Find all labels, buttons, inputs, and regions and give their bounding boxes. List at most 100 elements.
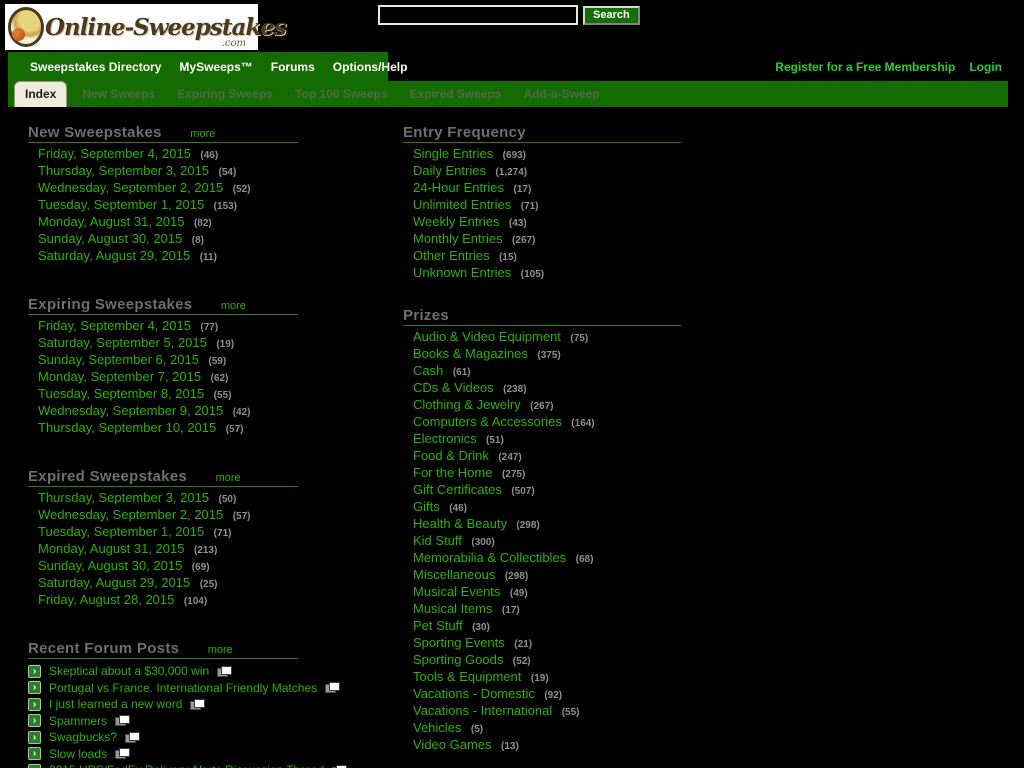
last-post-icon[interactable]: [217, 665, 233, 677]
category-link[interactable]: Computers & Accessories: [413, 414, 562, 429]
date-link[interactable]: Thursday, September 3, 2015: [38, 490, 209, 505]
list-item: Health & Beauty (298): [413, 515, 1023, 532]
last-post-icon[interactable]: [115, 748, 131, 760]
category-link[interactable]: Monthly Entries: [413, 231, 503, 246]
category-link[interactable]: Unknown Entries: [413, 265, 511, 280]
search-button[interactable]: Search: [583, 5, 640, 25]
date-link[interactable]: Tuesday, September 1, 2015: [38, 524, 204, 539]
more-link[interactable]: more: [190, 128, 215, 140]
category-link[interactable]: Health & Beauty: [413, 516, 507, 531]
category-link[interactable]: Sporting Goods: [413, 652, 503, 667]
search-input[interactable]: [378, 5, 578, 25]
forum-post-link[interactable]: Spammers: [49, 714, 107, 728]
date-link[interactable]: Sunday, August 30, 2015: [38, 558, 182, 573]
forum-post-row: Swagbucks?: [28, 729, 375, 746]
category-link[interactable]: Books & Magazines: [413, 346, 528, 361]
forum-post-link[interactable]: Swagbucks?: [49, 730, 117, 744]
date-link[interactable]: Friday, August 28, 2015: [38, 592, 174, 607]
category-link[interactable]: Pet Stuff: [413, 618, 463, 633]
category-link[interactable]: Vacations - International: [413, 703, 552, 718]
list-item: Wednesday, September 2, 2015 (52): [38, 179, 375, 196]
section-header: Expired Sweepstakes more: [28, 468, 298, 487]
login-link[interactable]: Login: [969, 60, 1002, 74]
item-count: (52): [512, 656, 531, 667]
tab-item[interactable]: Top 100 Sweeps: [291, 82, 391, 107]
category-link[interactable]: Musical Events: [413, 584, 500, 599]
forum-post-link[interactable]: Portugal vs France. International Friend…: [49, 681, 317, 695]
forum-post-link[interactable]: Skeptical about a $30,000 win: [49, 664, 209, 678]
forum-post-row: Skeptical about a $30,000 win: [28, 663, 375, 680]
tab-item[interactable]: Expiring Sweeps: [173, 82, 277, 107]
category-link[interactable]: Food & Drink: [413, 448, 489, 463]
forum-post-link[interactable]: I just learned a new word: [49, 697, 182, 711]
category-link[interactable]: For the Home: [413, 465, 492, 480]
date-link[interactable]: Tuesday, September 8, 2015: [38, 386, 204, 401]
category-link[interactable]: Miscellaneous: [413, 567, 495, 582]
category-link[interactable]: Video Games: [413, 737, 492, 752]
last-post-icon[interactable]: [115, 715, 131, 727]
category-link[interactable]: Audio & Video Equipment: [413, 329, 561, 344]
category-link[interactable]: Sporting Events: [413, 635, 505, 650]
category-link[interactable]: Weekly Entries: [413, 214, 499, 229]
tab-item[interactable]: New Sweeps: [78, 82, 159, 107]
last-post-icon[interactable]: [190, 698, 206, 710]
forum-post-link[interactable]: 2015 UPS/FedEx Delivery Alerts Discussio…: [49, 763, 324, 768]
left-column: New Sweepstakes more Friday, September 4…: [28, 124, 375, 768]
primary-nav: Sweepstakes Directory MySweeps™ Forums O…: [8, 52, 407, 81]
date-link[interactable]: Monday, August 31, 2015: [38, 541, 184, 556]
category-link[interactable]: Gift Certificates: [413, 482, 502, 497]
date-link[interactable]: Friday, September 4, 2015: [38, 146, 191, 161]
category-link[interactable]: Vehicles: [413, 720, 461, 735]
category-link[interactable]: Other Entries: [413, 248, 490, 263]
site-logo[interactable]: Online-Sweepstakes .com: [5, 4, 287, 50]
category-link[interactable]: Memorabilia & Collectibles: [413, 550, 566, 565]
tab-item[interactable]: Index: [14, 81, 68, 107]
category-link[interactable]: 24-Hour Entries: [413, 180, 504, 195]
date-link[interactable]: Thursday, September 3, 2015: [38, 163, 209, 178]
item-count: (51): [486, 435, 504, 446]
category-link[interactable]: Kid Stuff: [413, 533, 462, 548]
item-count: (54): [218, 167, 237, 178]
date-link[interactable]: Saturday, August 29, 2015: [38, 575, 190, 590]
date-link[interactable]: Tuesday, September 1, 2015: [38, 197, 204, 212]
primary-nav-item[interactable]: Forums: [271, 60, 315, 74]
list-item: For the Home (275): [413, 464, 1023, 481]
category-link[interactable]: Single Entries: [413, 146, 493, 161]
more-link[interactable]: more: [216, 472, 241, 484]
category-link[interactable]: Cash: [413, 363, 443, 378]
date-link[interactable]: Sunday, September 6, 2015: [38, 352, 199, 367]
tab-item[interactable]: Expired Sweeps: [406, 82, 506, 107]
date-link[interactable]: Sunday, August 30, 2015: [38, 231, 182, 246]
date-link[interactable]: Thursday, September 10, 2015: [38, 420, 216, 435]
date-link[interactable]: Monday, September 7, 2015: [38, 369, 201, 384]
category-link[interactable]: Daily Entries: [413, 163, 486, 178]
date-link[interactable]: Wednesday, September 9, 2015: [38, 403, 223, 418]
date-link[interactable]: Monday, August 31, 2015: [38, 214, 184, 229]
category-link[interactable]: Tools & Equipment: [413, 669, 521, 684]
forum-post-link[interactable]: Slow loads: [49, 747, 107, 761]
category-link[interactable]: Musical Items: [413, 601, 492, 616]
tab-bar: Index New Sweeps Expiring Sweeps Top 100…: [8, 81, 1008, 107]
primary-nav-item[interactable]: MySweeps™: [179, 60, 252, 74]
primary-nav-item[interactable]: Options/Help: [333, 60, 408, 74]
date-link[interactable]: Saturday, August 29, 2015: [38, 248, 190, 263]
category-link[interactable]: Clothing & Jewelry: [413, 397, 521, 412]
category-link[interactable]: Electronics: [413, 431, 477, 446]
list-item: Wednesday, September 9, 2015 (42): [38, 402, 375, 419]
primary-nav-item[interactable]: Sweepstakes Directory: [30, 60, 161, 74]
more-link[interactable]: more: [208, 644, 233, 656]
category-link[interactable]: Gifts: [413, 499, 440, 514]
date-link[interactable]: Wednesday, September 2, 2015: [38, 507, 223, 522]
register-link[interactable]: Register for a Free Membership: [775, 60, 955, 74]
category-link[interactable]: Vacations - Domestic: [413, 686, 535, 701]
last-post-icon[interactable]: [325, 682, 341, 694]
date-link[interactable]: Wednesday, September 2, 2015: [38, 180, 223, 195]
more-link[interactable]: more: [221, 300, 246, 312]
date-link[interactable]: Friday, September 4, 2015: [38, 318, 191, 333]
category-link[interactable]: CDs & Videos: [413, 380, 494, 395]
forum-arrow-icon: [28, 697, 41, 711]
date-link[interactable]: Saturday, September 5, 2015: [38, 335, 207, 350]
tab-item[interactable]: Add-a-Sweep: [520, 82, 604, 107]
category-link[interactable]: Unlimited Entries: [413, 197, 511, 212]
last-post-icon[interactable]: [125, 731, 141, 743]
